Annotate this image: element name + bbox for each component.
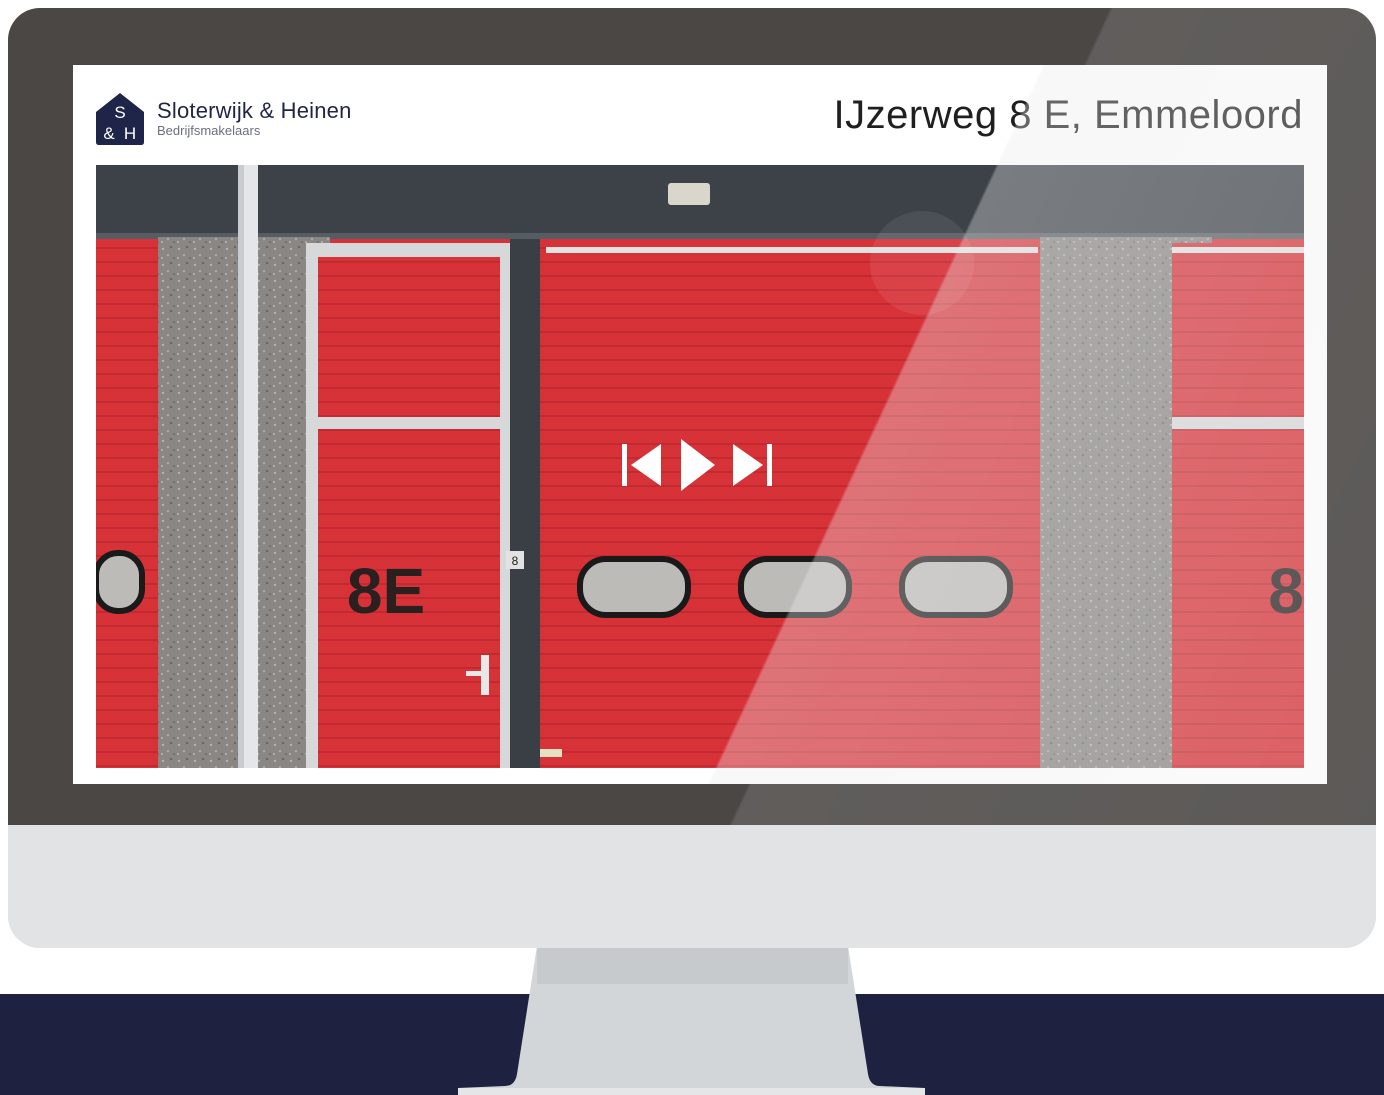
brand-tagline: Bedrijfsmakelaars — [157, 123, 261, 138]
svg-text:&: & — [103, 124, 115, 143]
svg-text:H: H — [124, 124, 136, 143]
monitor: S & H Sloterwijk & Heinen Bedrijfsmakela… — [8, 8, 1376, 948]
brand-block[interactable]: Sloterwijk & Heinen Bedrijfsmakelaars — [157, 98, 352, 138]
house-logo-icon[interactable]: S & H — [95, 92, 145, 146]
door-label-8e: 8E — [347, 555, 425, 627]
video-player[interactable]: 8E 8 8 — [96, 165, 1304, 768]
page-header: S & H Sloterwijk & Heinen Bedrijfsmakela… — [73, 65, 1327, 165]
monitor-chin — [8, 825, 1376, 948]
door-number-plate: 8 — [512, 554, 519, 568]
screen: S & H Sloterwijk & Heinen Bedrijfsmakela… — [73, 65, 1327, 784]
play-icon[interactable] — [677, 437, 717, 493]
skip-previous-icon[interactable] — [621, 442, 663, 488]
listing-address: IJzerweg 8 E, Emmeloord — [833, 93, 1303, 137]
playback-controls — [621, 437, 791, 493]
brand-name: Sloterwijk & Heinen — [157, 98, 352, 123]
skip-next-icon[interactable] — [731, 442, 773, 488]
svg-text:S: S — [114, 103, 125, 122]
door-label-8: 8 — [1268, 555, 1304, 627]
monitor-stand — [458, 946, 925, 1095]
